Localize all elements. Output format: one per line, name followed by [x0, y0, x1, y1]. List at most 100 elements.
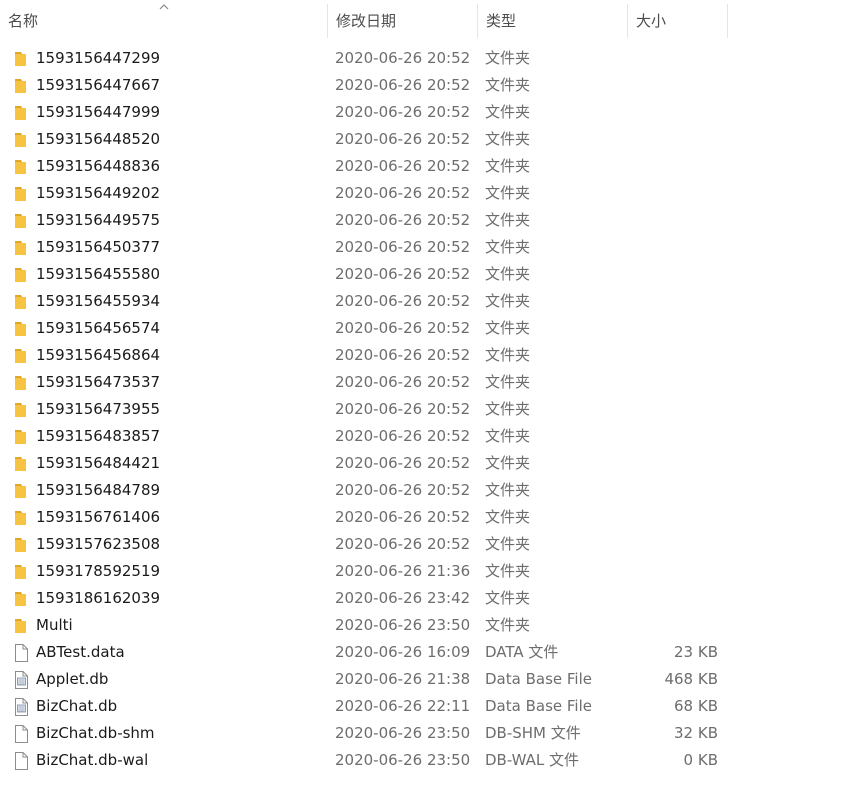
file-name: 1593156449575 — [36, 211, 161, 229]
file-row[interactable]: BizChat.db-wal 2020-06-26 23:50 DB-WAL 文件 0… — [0, 747, 853, 774]
folder-icon — [13, 50, 29, 68]
file-size: 0 KB — [683, 751, 718, 769]
file-date: 2020-06-26 16:09 — [335, 643, 471, 661]
file-name: BizChat.db-wal — [36, 751, 149, 769]
file-row[interactable]: 1593156483857 2020-06-26 20:52 文件夹 — [0, 423, 853, 450]
file-name: 1593156761406 — [36, 508, 161, 526]
file-row[interactable]: 1593156450377 2020-06-26 20:52 文件夹 — [0, 234, 853, 261]
file-name: 1593178592519 — [36, 562, 161, 580]
file-name: 1593156456574 — [36, 319, 161, 337]
folder-icon — [13, 536, 29, 554]
file-name: 1593156473537 — [36, 373, 161, 391]
file-date: 2020-06-26 20:52 — [335, 346, 471, 364]
file-row[interactable]: 1593156448520 2020-06-26 20:52 文件夹 — [0, 126, 853, 153]
file-row[interactable]: 1593156761406 2020-06-26 20:52 文件夹 — [0, 504, 853, 531]
file-row[interactable]: 1593156455934 2020-06-26 20:52 文件夹 — [0, 288, 853, 315]
folder-icon — [13, 104, 29, 122]
folder-icon — [13, 590, 29, 608]
file-row[interactable]: Applet.db 2020-06-26 21:38 Data Base File 4… — [0, 666, 853, 693]
column-header-size[interactable]: 大小 — [628, 0, 728, 42]
column-header-date[interactable]: 修改日期 — [328, 0, 478, 42]
file-row[interactable]: BizChat.db 2020-06-26 22:11 Data Base File… — [0, 693, 853, 720]
file-icon — [13, 644, 29, 662]
file-date: 2020-06-26 23:50 — [335, 724, 471, 742]
folder-icon — [13, 428, 29, 446]
file-type: 文件夹 — [485, 454, 531, 472]
file-date: 2020-06-26 20:52 — [335, 319, 471, 337]
folder-icon — [13, 455, 29, 473]
file-date: 2020-06-26 20:52 — [335, 400, 471, 418]
folder-icon — [13, 158, 29, 176]
file-row[interactable]: 1593186162039 2020-06-26 23:42 文件夹 — [0, 585, 853, 612]
file-date: 2020-06-26 20:52 — [335, 49, 471, 67]
file-name: 1593156484421 — [36, 454, 161, 472]
file-name: 1593156484789 — [36, 481, 161, 499]
file-name: 1593156449202 — [36, 184, 161, 202]
file-name: 1593156483857 — [36, 427, 161, 445]
file-name: 1593156448836 — [36, 157, 161, 175]
file-row[interactable]: 1593156447999 2020-06-26 20:52 文件夹 — [0, 99, 853, 126]
file-icon — [13, 725, 29, 743]
file-row[interactable]: 1593178592519 2020-06-26 21:36 文件夹 — [0, 558, 853, 585]
file-name: 1593156450377 — [36, 238, 161, 256]
folder-icon — [13, 239, 29, 257]
column-divider[interactable] — [727, 4, 728, 38]
file-type: 文件夹 — [485, 292, 531, 310]
file-row[interactable]: 1593157623508 2020-06-26 20:52 文件夹 — [0, 531, 853, 558]
file-type: 文件夹 — [485, 49, 531, 67]
folder-icon — [13, 347, 29, 365]
file-date: 2020-06-26 20:52 — [335, 535, 471, 553]
file-row[interactable]: 1593156449575 2020-06-26 20:52 文件夹 — [0, 207, 853, 234]
file-row[interactable]: 1593156449202 2020-06-26 20:52 文件夹 — [0, 180, 853, 207]
file-date: 2020-06-26 21:36 — [335, 562, 471, 580]
file-name: Applet.db — [36, 670, 109, 688]
file-row[interactable]: BizChat.db-shm 2020-06-26 23:50 DB-SHM 文件 3… — [0, 720, 853, 747]
file-row[interactable]: Multi 2020-06-26 23:50 文件夹 — [0, 612, 853, 639]
file-size: 23 KB — [674, 643, 718, 661]
file-type: 文件夹 — [485, 508, 531, 526]
file-type: 文件夹 — [485, 373, 531, 391]
file-name: 1593156456864 — [36, 346, 161, 364]
file-row[interactable]: 1593156484789 2020-06-26 20:52 文件夹 — [0, 477, 853, 504]
file-row[interactable]: 1593156473955 2020-06-26 20:52 文件夹 — [0, 396, 853, 423]
file-row[interactable]: 1593156447299 2020-06-26 20:52 文件夹 — [0, 45, 853, 72]
file-type: 文件夹 — [485, 238, 531, 256]
file-date: 2020-06-26 20:52 — [335, 373, 471, 391]
folder-icon — [13, 185, 29, 203]
file-name: Multi — [36, 616, 73, 634]
folder-icon — [13, 131, 29, 149]
file-row[interactable]: 1593156456574 2020-06-26 20:52 文件夹 — [0, 315, 853, 342]
folder-icon — [13, 563, 29, 581]
file-row[interactable]: 1593156447667 2020-06-26 20:52 文件夹 — [0, 72, 853, 99]
file-name: 1593156447667 — [36, 76, 161, 94]
folder-icon — [13, 320, 29, 338]
file-date: 2020-06-26 20:52 — [335, 238, 471, 256]
file-row[interactable]: 1593156484421 2020-06-26 20:52 文件夹 — [0, 450, 853, 477]
file-size: 68 KB — [674, 697, 718, 715]
file-row[interactable]: 1593156448836 2020-06-26 20:52 文件夹 — [0, 153, 853, 180]
file-date: 2020-06-26 23:42 — [335, 589, 471, 607]
file-type: Data Base File — [485, 670, 592, 688]
file-type: 文件夹 — [485, 589, 531, 607]
file-size: 32 KB — [674, 724, 718, 742]
file-type: 文件夹 — [485, 184, 531, 202]
file-row[interactable]: 1593156456864 2020-06-26 20:52 文件夹 — [0, 342, 853, 369]
column-header-type[interactable]: 类型 — [478, 0, 628, 42]
file-type: 文件夹 — [485, 427, 531, 445]
column-header-name[interactable]: 名称 — [0, 0, 328, 42]
file-row[interactable]: 1593156473537 2020-06-26 20:52 文件夹 — [0, 369, 853, 396]
folder-icon — [13, 509, 29, 527]
file-date: 2020-06-26 20:52 — [335, 103, 471, 121]
file-row[interactable]: 1593156455580 2020-06-26 20:52 文件夹 — [0, 261, 853, 288]
file-type: 文件夹 — [485, 319, 531, 337]
file-type: DB-WAL 文件 — [485, 751, 580, 769]
file-date: 2020-06-26 20:52 — [335, 481, 471, 499]
folder-icon — [13, 77, 29, 95]
file-name: 1593156455580 — [36, 265, 161, 283]
file-type: Data Base File — [485, 697, 592, 715]
file-name: ABTest.data — [36, 643, 125, 661]
file-type: 文件夹 — [485, 562, 531, 580]
file-row[interactable]: ABTest.data 2020-06-26 16:09 DATA 文件 23 KB — [0, 639, 853, 666]
folder-icon — [13, 401, 29, 419]
file-date: 2020-06-26 22:11 — [335, 697, 471, 715]
